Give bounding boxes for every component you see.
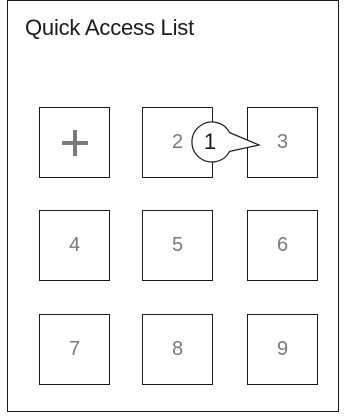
tile-label: 4 bbox=[68, 234, 81, 256]
tile-7[interactable]: 7 bbox=[39, 314, 110, 385]
tile-6[interactable]: 6 bbox=[247, 210, 318, 281]
tile-label: 5 bbox=[171, 234, 184, 256]
tile-label: 7 bbox=[68, 338, 81, 360]
tile-4[interactable]: 4 bbox=[39, 210, 110, 281]
tile-label: 2 bbox=[171, 131, 184, 153]
tile-label: 9 bbox=[276, 338, 289, 360]
tile-5[interactable]: 5 bbox=[142, 210, 213, 281]
tile-8[interactable]: 8 bbox=[142, 314, 213, 385]
tile-label: 3 bbox=[276, 131, 289, 153]
panel-title: Quick Access List bbox=[25, 15, 194, 40]
add-tile-button[interactable] bbox=[39, 107, 110, 178]
tile-9[interactable]: 9 bbox=[247, 314, 318, 385]
tile-label: 8 bbox=[171, 338, 184, 360]
tile-3[interactable]: 3 bbox=[247, 107, 318, 178]
callout-number: 1 bbox=[203, 129, 217, 154]
plus-icon bbox=[61, 129, 88, 156]
tile-label: 6 bbox=[276, 234, 289, 256]
